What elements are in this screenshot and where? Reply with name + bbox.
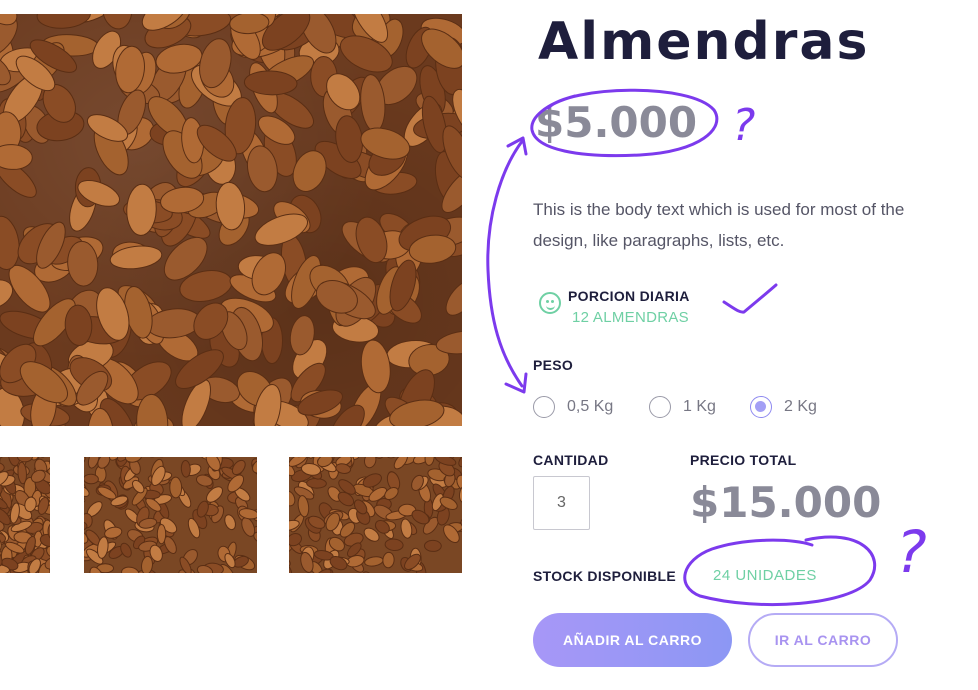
daily-portion-label: PORCION DIARIA xyxy=(568,288,690,304)
weight-option-label: 0,5 Kg xyxy=(567,398,614,415)
weight-option-1kg[interactable]: 1 Kg xyxy=(649,396,716,418)
weight-label: PESO xyxy=(533,357,574,373)
weight-option-label: 1 Kg xyxy=(683,398,716,415)
stock-value: 24 UNIDADES xyxy=(713,567,817,584)
add-to-cart-button[interactable]: AÑADIR AL CARRO xyxy=(533,613,732,667)
quantity-input[interactable]: 3 xyxy=(533,476,590,530)
radio-button-selected-icon[interactable] xyxy=(750,396,772,418)
product-main-image xyxy=(0,14,462,426)
product-thumbnail-3[interactable] xyxy=(289,457,462,573)
weight-option-2kg[interactable]: 2 Kg xyxy=(750,396,817,418)
arrow-head-bottom-icon xyxy=(504,372,528,394)
product-title: Almendras xyxy=(538,12,870,72)
radio-button-icon[interactable] xyxy=(533,396,555,418)
quantity-label: CANTIDAD xyxy=(533,452,609,468)
daily-portion-value: 12 ALMENDRAS xyxy=(572,309,689,326)
almonds-thumbnail xyxy=(0,457,50,573)
product-description: This is the body text which is used for … xyxy=(533,200,905,250)
total-price-label: PRECIO TOTAL xyxy=(690,452,797,468)
product-price: $5.000 xyxy=(535,98,698,147)
total-price-value: $15.000 xyxy=(690,478,882,527)
arrow-head-top-icon xyxy=(506,136,528,156)
product-thumbnail-1[interactable] xyxy=(0,457,50,573)
weight-option-0-5kg[interactable]: 0,5 Kg xyxy=(533,396,613,418)
radio-button-icon[interactable] xyxy=(649,396,671,418)
smiley-icon xyxy=(539,292,561,314)
question-mark-annotation: ? xyxy=(732,100,755,151)
question-mark-annotation: ? xyxy=(896,518,927,586)
double-arrow-annotation xyxy=(486,138,525,388)
almonds-thumbnail xyxy=(84,457,257,573)
checkmark-annotation xyxy=(722,283,778,314)
stock-label: STOCK DISPONIBLE xyxy=(533,568,677,584)
almonds-thumbnail xyxy=(289,457,462,573)
weight-option-label: 2 Kg xyxy=(784,398,817,415)
product-thumbnail-2[interactable] xyxy=(84,457,257,573)
go-to-cart-button[interactable]: IR AL CARRO xyxy=(748,613,898,667)
almonds-photo xyxy=(0,14,462,426)
